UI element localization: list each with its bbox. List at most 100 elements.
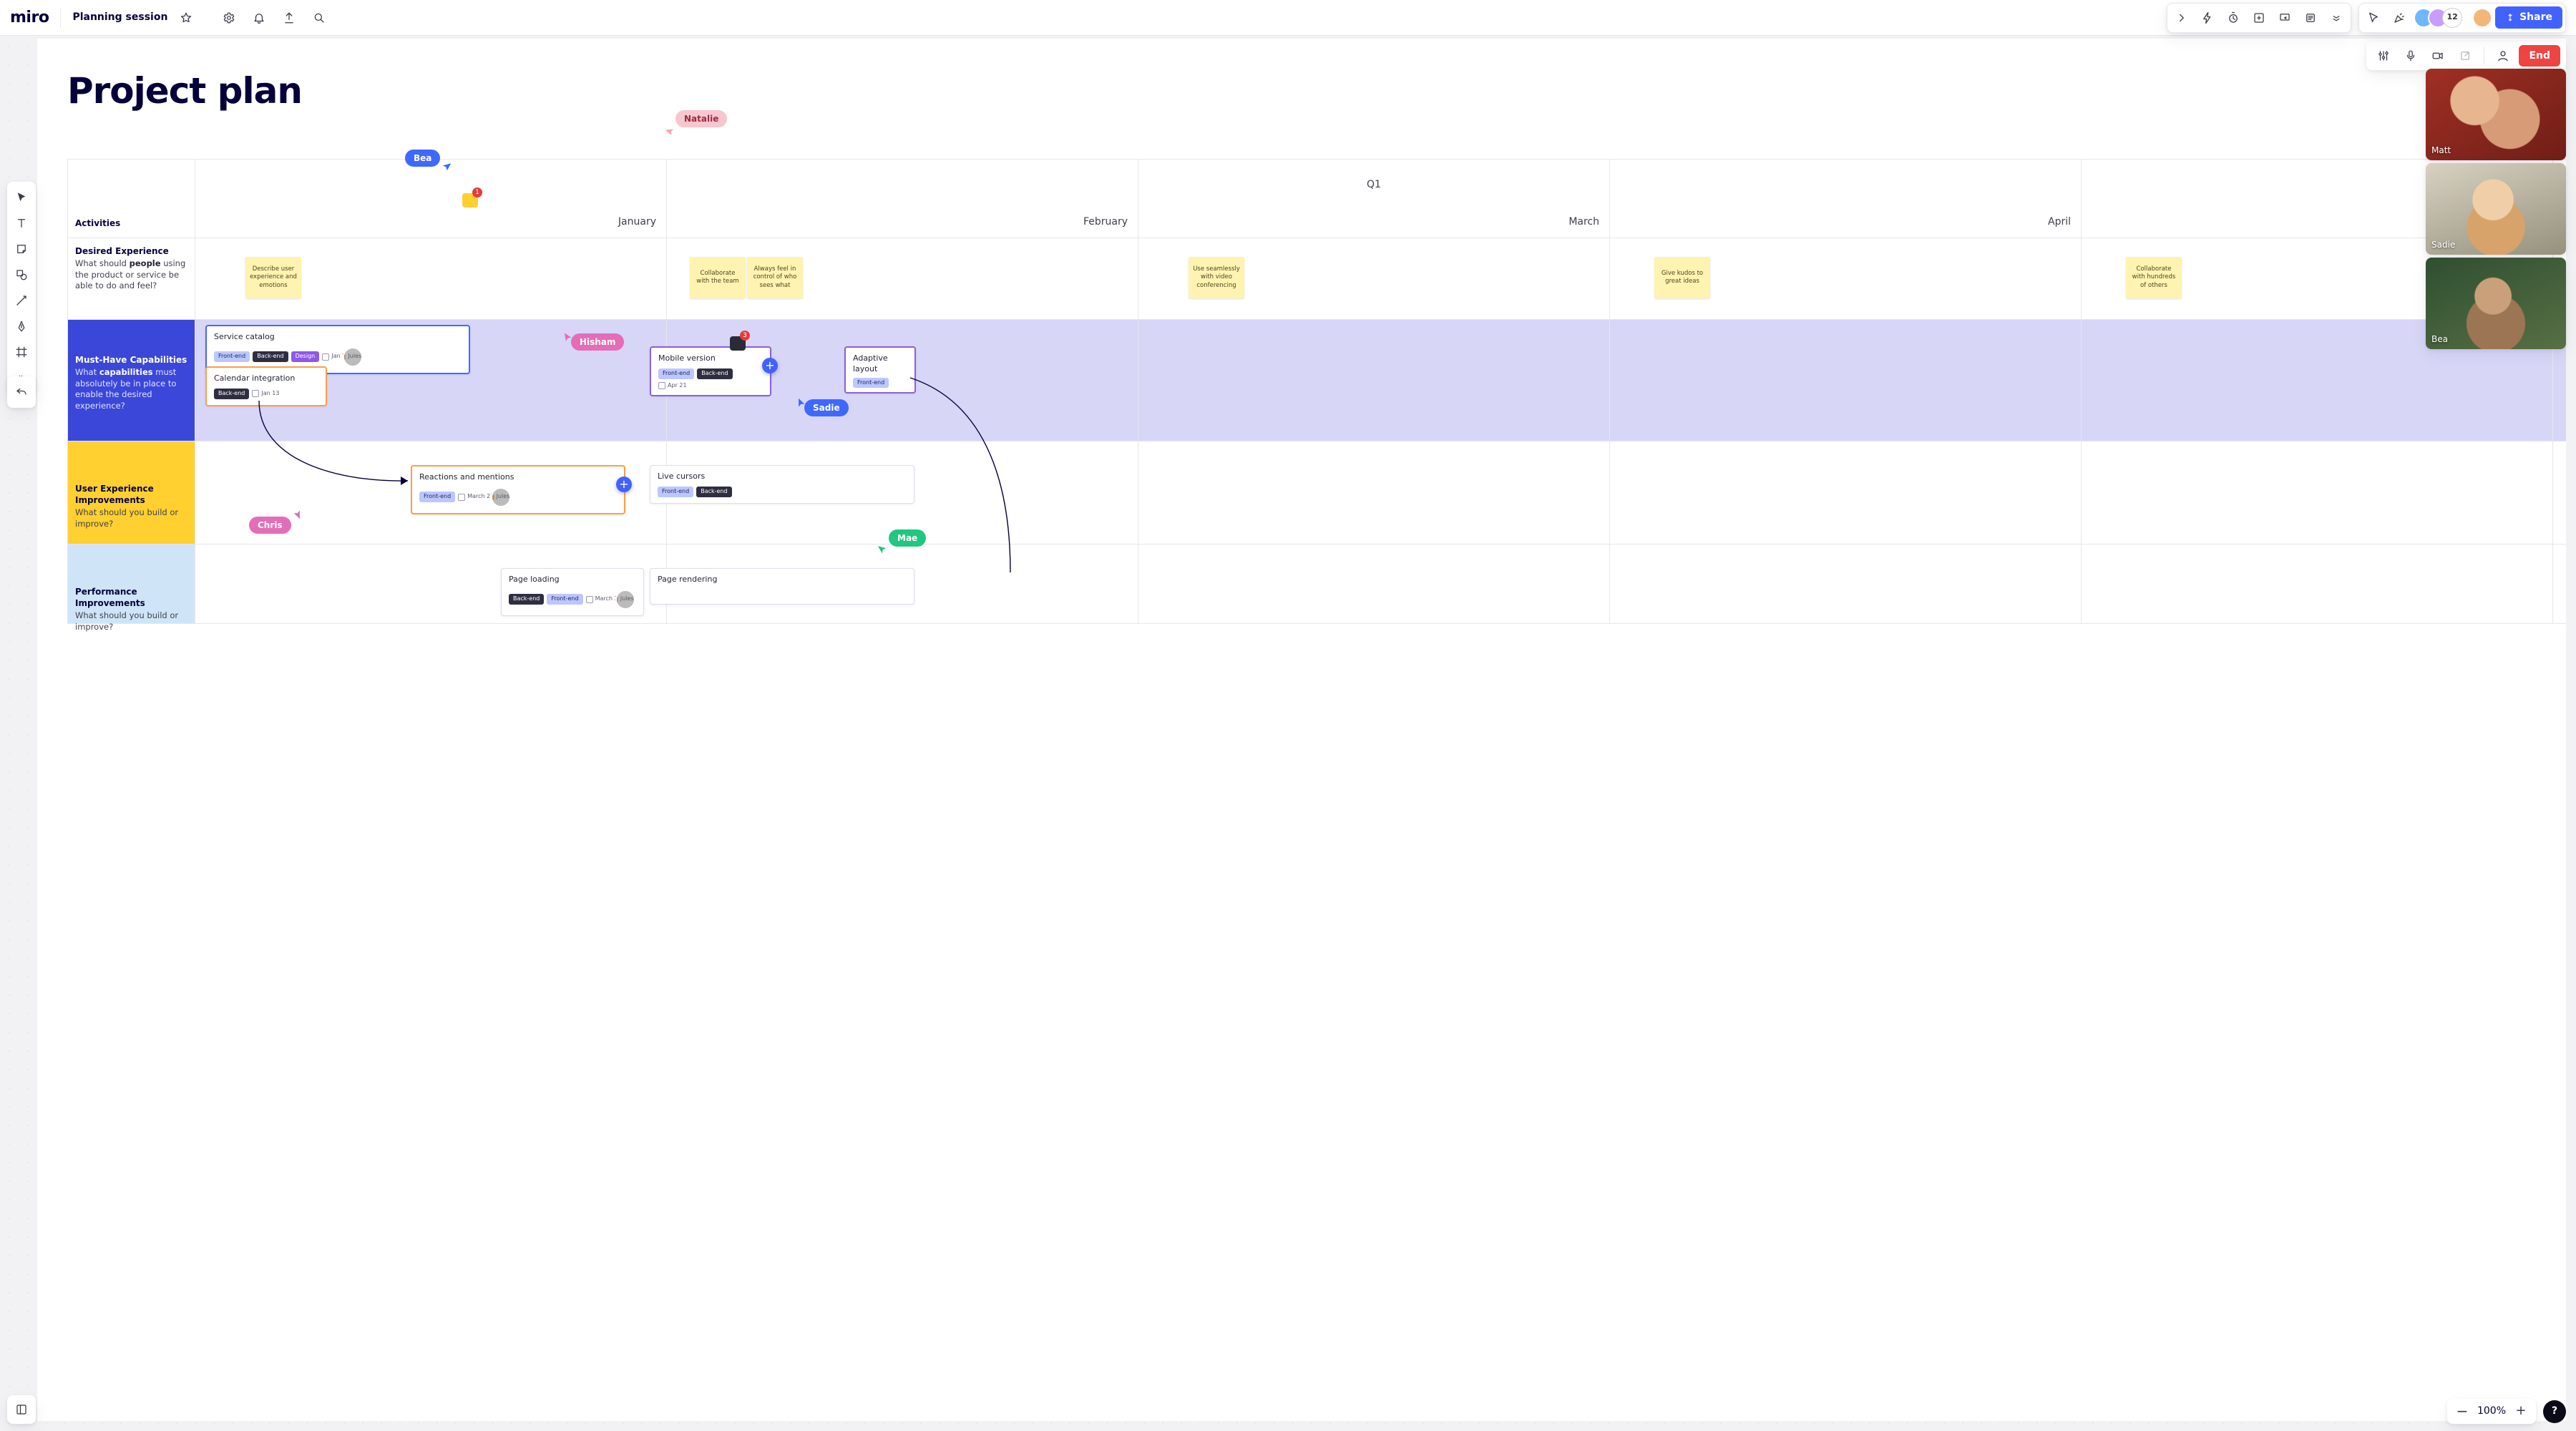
board-name[interactable]: Planning session xyxy=(72,11,167,24)
sliders-icon[interactable] xyxy=(2372,44,2395,67)
card-title: Calendar integration xyxy=(214,373,318,384)
video-tile-bea[interactable]: Bea xyxy=(2426,258,2566,349)
avatar-count[interactable]: 12 xyxy=(2442,8,2462,28)
video-name: Matt xyxy=(2431,145,2451,156)
card-live-cursors[interactable]: Live cursors Front-end Back-end xyxy=(650,465,914,504)
video-tile-matt[interactable]: Matt xyxy=(2426,69,2566,160)
user-icon[interactable] xyxy=(2492,44,2514,67)
host-avatar[interactable] xyxy=(2472,8,2492,28)
col-activities-header: Activities xyxy=(68,160,195,238)
panel-toggle[interactable] xyxy=(7,1395,36,1424)
card-title: Mobile version xyxy=(658,353,763,364)
video-icon[interactable] xyxy=(2426,44,2449,67)
app-logo: miro xyxy=(10,7,49,29)
upload-icon[interactable] xyxy=(278,6,301,29)
notification-badge: 1 xyxy=(472,187,482,197)
zoom-out[interactable]: − xyxy=(2456,1405,2469,1418)
popout-icon[interactable] xyxy=(2454,44,2477,67)
bell-icon[interactable] xyxy=(248,6,270,29)
video-name: Sadie xyxy=(2431,239,2455,250)
facilitation-cluster xyxy=(2167,3,2351,33)
sticky-note[interactable]: Give kudos to great ideas xyxy=(1654,257,1710,298)
card-title: Page rendering xyxy=(658,575,907,585)
list-icon[interactable] xyxy=(2299,6,2322,29)
plan-grid: Activities January February Q1 March Apr… xyxy=(67,159,2566,624)
card-assignee: Jules xyxy=(343,347,363,367)
share-label: Share xyxy=(2519,11,2552,24)
presence-label: Mae xyxy=(889,529,926,547)
card-reactions-mentions[interactable]: Reactions and mentions Front-end March 2… xyxy=(411,465,625,514)
page-title: Project plan xyxy=(67,67,302,116)
chip-backend: Back-end xyxy=(509,594,544,605)
presence-label: Hisham xyxy=(571,333,624,351)
stopwatch-icon[interactable] xyxy=(2222,6,2245,29)
comment-icon[interactable]: 3 xyxy=(730,336,746,351)
sticky-tool[interactable] xyxy=(10,239,33,259)
presence-label: Chris xyxy=(249,517,291,534)
notification-badge: 3 xyxy=(740,331,750,341)
sticky-note[interactable]: Collaborate with the team xyxy=(690,257,746,298)
confetti-icon[interactable] xyxy=(2388,6,2411,29)
card-chips: Front-end Back-end Design Jan 7 Jules xyxy=(214,347,462,367)
row-subtitle: What should you build or improve? xyxy=(75,610,187,633)
frame-tool[interactable] xyxy=(10,342,33,362)
sticky-note[interactable]: Describe user experience and emotions xyxy=(245,257,301,298)
sticky-note[interactable]: Always feel in control of who sees what xyxy=(747,257,803,298)
col-mar: Q1 March xyxy=(1138,160,1610,238)
comment-icon[interactable]: 1 xyxy=(462,193,478,207)
gear-icon[interactable] xyxy=(218,6,240,29)
video-call-tiles: Matt Sadie Bea xyxy=(2426,69,2566,349)
bolt-icon[interactable] xyxy=(2196,6,2219,29)
star-icon[interactable] xyxy=(175,6,197,29)
card-page-rendering[interactable]: Page rendering xyxy=(650,568,914,605)
row-title: Performance Improvements xyxy=(75,586,187,609)
shape-tool[interactable] xyxy=(10,265,33,285)
share-button[interactable]: Share xyxy=(2495,6,2562,29)
card-date: Apr 21 xyxy=(658,382,687,390)
card-title: Adaptive layout xyxy=(853,353,907,375)
chip-frontend: Front-end xyxy=(658,487,693,497)
pen-tool[interactable] xyxy=(10,316,33,336)
presence-cursor-chris: Chris xyxy=(250,517,301,534)
presentation-icon[interactable] xyxy=(2273,6,2296,29)
row-title: Desired Experience xyxy=(75,245,187,257)
cursor-tool-icon[interactable] xyxy=(2362,6,2385,29)
undo-rail xyxy=(7,376,36,408)
row-subtitle: What should you build or improve? xyxy=(75,507,187,529)
more-chevrons-icon[interactable] xyxy=(2325,6,2348,29)
tool-rail: » xyxy=(7,182,36,394)
search-icon[interactable] xyxy=(308,6,331,29)
presence-avatars[interactable]: 12 xyxy=(2414,8,2462,28)
sticky-note[interactable]: Collaborate with hundreds of others xyxy=(2126,257,2182,298)
card-page-loading[interactable]: Page loading Back-end Front-end March 3 … xyxy=(501,568,644,616)
card-calendar-integration[interactable]: Calendar integration Back-end Jan 13 xyxy=(205,366,327,406)
select-tool[interactable] xyxy=(10,187,33,207)
sticky-note[interactable]: Use seamlessly with video conferencing xyxy=(1189,257,1244,298)
zoom-in[interactable]: + xyxy=(2514,1405,2527,1418)
undo-button[interactable] xyxy=(10,381,33,404)
card-title: Reactions and mentions xyxy=(419,472,617,483)
card-mobile-version[interactable]: Mobile version Front-end Back-end Apr 21… xyxy=(650,346,771,396)
chip-frontend: Front-end xyxy=(214,351,250,362)
row-title: Must-Have Capabilities xyxy=(75,354,187,366)
collab-cluster: 12 Share xyxy=(2358,3,2566,33)
chevron-right-icon[interactable] xyxy=(2170,6,2193,29)
end-button[interactable]: End xyxy=(2519,45,2560,67)
card-adaptive-layout[interactable]: Adaptive layout Front-end xyxy=(844,346,916,394)
topbar: miro Planning session 12 xyxy=(0,0,2576,36)
card-title: Service catalog xyxy=(214,332,462,343)
plus-icon[interactable]: + xyxy=(762,358,778,373)
presence-label: Bea xyxy=(405,150,440,167)
quarter-label: Q1 xyxy=(1367,178,1381,192)
line-tool[interactable] xyxy=(10,290,33,311)
video-tile-sadie[interactable]: Sadie xyxy=(2426,163,2566,255)
chip-frontend: Front-end xyxy=(853,378,889,389)
plus-icon[interactable]: + xyxy=(616,477,632,492)
board-canvas[interactable]: Project plan Activities January February… xyxy=(37,39,2566,1421)
mic-icon[interactable] xyxy=(2399,44,2422,67)
plus-square-icon[interactable] xyxy=(2248,6,2270,29)
chip-backend: Back-end xyxy=(696,487,731,497)
help-button[interactable]: ? xyxy=(2543,1400,2566,1423)
text-tool[interactable] xyxy=(10,213,33,233)
col-jan: January xyxy=(195,160,667,238)
